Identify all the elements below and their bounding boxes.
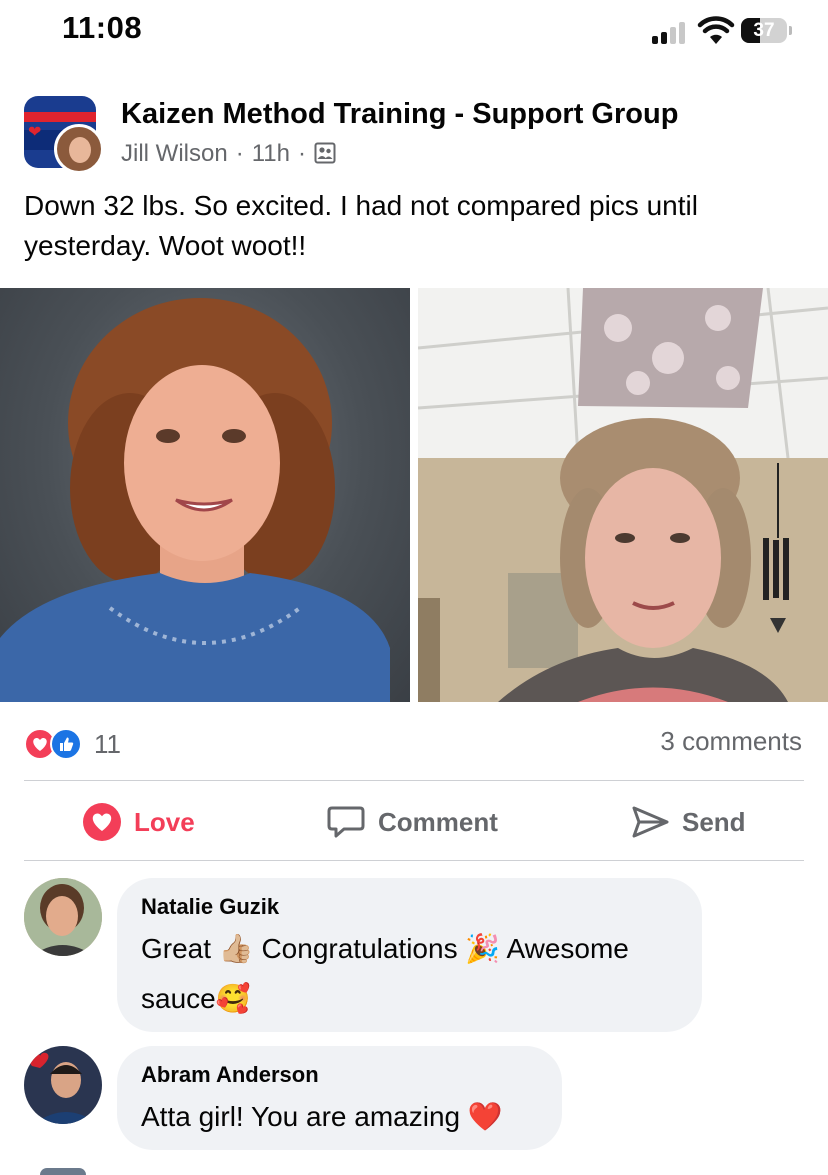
group-name[interactable]: Kaizen Method Training - Support Group [121, 98, 678, 131]
comment-icon [327, 806, 365, 838]
author-avatar[interactable] [54, 124, 104, 174]
divider [24, 780, 804, 781]
commenter-avatar[interactable] [24, 878, 102, 956]
post-time[interactable]: 11h [252, 140, 290, 167]
divider [24, 860, 804, 861]
comment-text: Atta girl! You are amazing ❤️ [141, 1101, 503, 1132]
battery-icon: 37 [741, 18, 787, 43]
comment-author[interactable]: Natalie Guzik [141, 894, 279, 920]
meta-separator-2: · [297, 140, 306, 167]
love-button[interactable]: Love [82, 800, 195, 844]
post-photo-before[interactable] [0, 288, 410, 702]
send-icon [632, 806, 669, 838]
love-button-label: Love [134, 806, 195, 837]
post-text: Down 32 lbs. So excited. I had not compa… [24, 190, 698, 261]
meta-separator: · [235, 140, 244, 167]
members-only-icon [314, 142, 336, 164]
reaction-count: 11 [94, 729, 121, 759]
commenter-avatar-partial [40, 1168, 86, 1175]
heart-icon [83, 803, 121, 841]
comment-author[interactable]: Abram Anderson [141, 1062, 319, 1088]
like-reaction-icon [50, 728, 82, 760]
post-meta: Jill Wilson · 11h · [121, 140, 336, 168]
commenter-avatar[interactable] [24, 1046, 102, 1124]
send-button[interactable]: Send [630, 800, 746, 844]
comment-text-line-2: sauce🥰 [141, 983, 251, 1014]
status-time: 11:08 [62, 10, 143, 45]
comment-button[interactable]: Comment [326, 800, 498, 844]
comments-count[interactable]: 3 comments [660, 726, 802, 757]
comment-text-line-1: Great 👍🏼 Congratulations 🎉 Awesome [141, 933, 629, 964]
author-name[interactable]: Jill Wilson [121, 140, 228, 167]
cellular-signal-icon [652, 22, 688, 44]
battery-nub [789, 26, 792, 35]
battery-level: 37 [753, 20, 775, 41]
post-photo-after[interactable] [418, 288, 828, 702]
send-button-label: Send [682, 806, 746, 837]
wifi-icon [697, 16, 735, 44]
comment-button-label: Comment [378, 806, 498, 837]
